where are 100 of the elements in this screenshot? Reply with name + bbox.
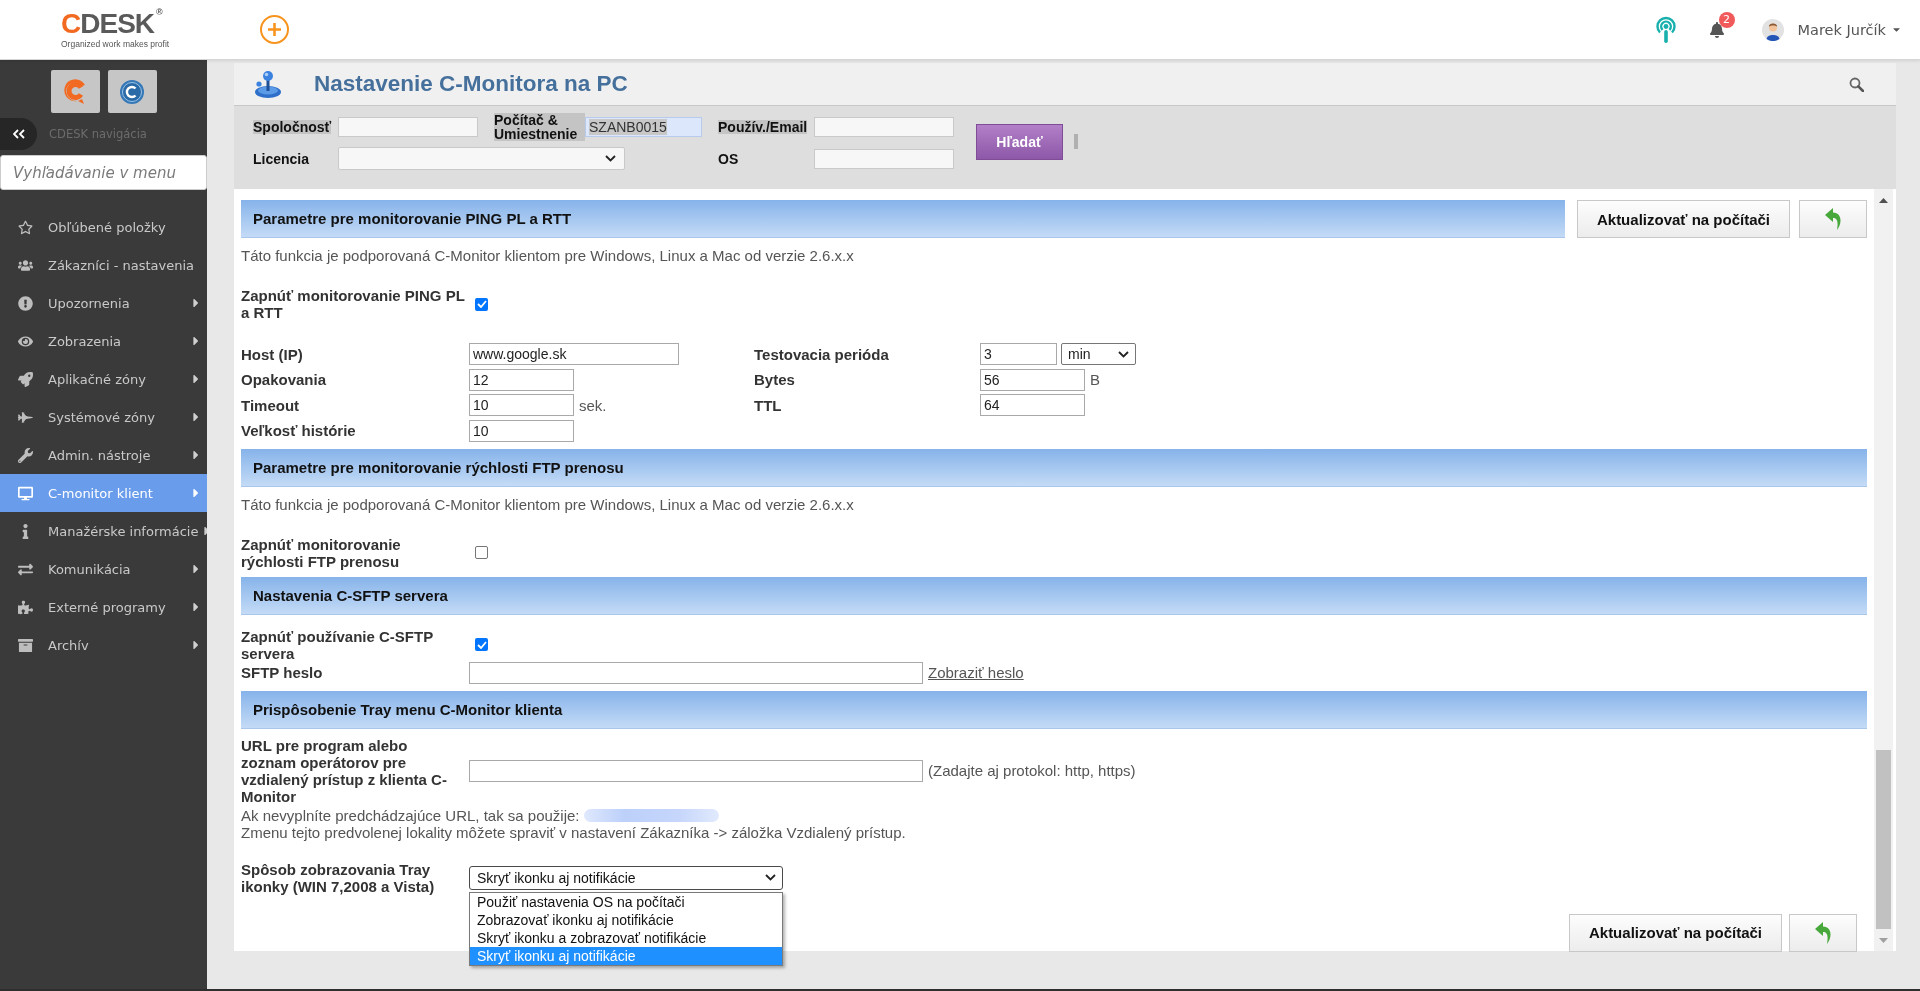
checkbox[interactable]	[475, 297, 488, 311]
nav-item[interactable]: Komunikácia	[0, 550, 207, 588]
chevron-down-icon	[1118, 350, 1129, 358]
unit-label: sek.	[579, 396, 607, 414]
notification-badge: 2	[1718, 11, 1735, 28]
field-label: Zapnúť monitorovanie PING PL a RTT	[241, 287, 465, 321]
search-submit-button[interactable]: Hľadať	[976, 123, 1063, 160]
scroll-up-icon[interactable]	[1879, 197, 1888, 203]
search-icon	[1849, 76, 1864, 92]
c-circle-icon	[120, 79, 144, 104]
dropdown-option[interactable]: Použiť nastavenia OS na počítači	[470, 892, 782, 911]
search-button[interactable]	[1849, 76, 1864, 92]
text-field[interactable]	[469, 661, 923, 684]
number-field[interactable]: 10	[469, 419, 574, 442]
update-button[interactable]: Aktualizovať na počítači	[1577, 200, 1790, 238]
filter-label: Použív./Email	[718, 120, 808, 134]
field-label: Testovacia perióda	[754, 345, 890, 363]
update-button[interactable]: Aktualizovať na počítači	[1569, 913, 1782, 952]
scroll-down-icon[interactable]	[1879, 937, 1888, 943]
filter-field[interactable]	[814, 117, 954, 137]
double-chevron-left-icon	[12, 129, 25, 139]
nav-item[interactable]: Manažérske informácie	[0, 512, 207, 550]
info-text: Táto funkcia je podporovaná C-Monitor klientom pre Windows, Linux a Mac od verzie 2.6.x.x	[241, 247, 855, 265]
scrollbar-track[interactable]	[1874, 189, 1893, 951]
field-label: TTL	[754, 396, 783, 414]
curved-arrow-icon	[1824, 208, 1842, 230]
nav-item[interactable]: Aplikačné zóny	[0, 360, 207, 398]
revert-button[interactable]	[1799, 200, 1867, 238]
filter-label: Licencia	[253, 151, 310, 166]
help-text: Zmenu tejto predvolenej lokality môžete spraviť v nastavení Zákazníka -> záložka Vzdialený prístup.	[241, 823, 906, 841]
page-title: Nastavenie C-Monitora na PC	[314, 71, 628, 97]
section-header: Nastavenia C-SFTP servera	[241, 576, 1867, 615]
checkbox[interactable]	[475, 638, 488, 651]
jet-icon	[17, 409, 33, 425]
scrollbar-thumb[interactable]	[1876, 750, 1891, 929]
archive-icon	[17, 637, 33, 653]
filter-field[interactable]: SZANB0015	[585, 117, 702, 137]
logo-tagline: Organized work makes profit	[61, 39, 170, 49]
number-field[interactable]: 64	[980, 394, 1085, 416]
help-text: Ak nevyplníte predchádzajúce URL, tak sa použije:	[241, 806, 580, 824]
filter-select[interactable]	[338, 147, 625, 170]
select-field[interactable]: Skryť ikonku aj notifikácie	[469, 865, 783, 890]
number-field[interactable]: 10	[469, 394, 574, 416]
field-label: URL pre program alebo zoznam operátorov pre vzdialený prístup z klienta C-Monitor	[241, 736, 448, 805]
show-password-link[interactable]: Zobraziť heslo	[928, 664, 1024, 681]
number-field[interactable]: 12	[469, 368, 574, 391]
menu-search-field[interactable]: Vyhľadávanie v menu	[0, 155, 207, 190]
nav-item[interactable]: Zákazníci - nastavenia	[0, 246, 207, 284]
star-icon	[17, 219, 33, 235]
text-field[interactable]: www.google.sk	[469, 343, 679, 365]
nav-item[interactable]: Admin. nástroje	[0, 436, 207, 474]
nav-item[interactable]: Archív	[0, 626, 207, 664]
blurred-link[interactable]	[583, 808, 719, 822]
exclamation-icon	[17, 295, 33, 311]
section-header: Parametre pre monitorovanie PING PL a RTT	[241, 200, 1565, 238]
field-label: Zapnúť monitorovanie rýchlosti FTP prenosu	[241, 535, 402, 570]
text-field[interactable]	[469, 759, 923, 782]
filter-field[interactable]	[814, 148, 954, 169]
section-header: Parametre pre monitorovanie rýchlosti FTP prenosu	[241, 448, 1867, 487]
app-tile-button[interactable]	[107, 70, 157, 113]
field-label: Zapnúť používanie C-SFTP servera	[241, 627, 434, 662]
nav-item[interactable]: Obľúbené položky	[0, 208, 207, 246]
nav-item[interactable]: Zobrazenia	[0, 322, 207, 360]
app-tile-button[interactable]	[50, 70, 100, 113]
nav-item[interactable]: Externé programy	[0, 588, 207, 626]
collapse-button[interactable]	[0, 118, 37, 150]
logo-text: CDESK$^{®}$	[61, 10, 163, 38]
filter-label: Počítač & Umiestnenie	[494, 113, 585, 141]
rocket-icon	[17, 371, 33, 387]
monitor-icon	[17, 485, 33, 501]
checkbox[interactable]	[475, 546, 488, 559]
avatar-icon[interactable]	[1761, 18, 1784, 41]
field-label: SFTP heslo	[241, 664, 324, 681]
joystick-icon	[253, 69, 283, 99]
filter-field[interactable]	[338, 117, 478, 137]
number-field[interactable]: 56	[980, 368, 1085, 391]
nav-item[interactable]: Upozornenia	[0, 284, 207, 322]
chevron-down-icon	[765, 874, 776, 881]
add-button[interactable]	[260, 15, 289, 44]
info-text: Táto funkcia je podporovaná C-Monitor klientom pre Windows, Linux a Mac od verzie 2.6.x.x	[241, 495, 855, 514]
podcast-icon[interactable]	[1654, 16, 1677, 43]
bell-icon[interactable]	[1708, 21, 1725, 38]
nav-item[interactable]: Systémové zóny	[0, 398, 207, 436]
chevron-down-icon	[605, 155, 616, 162]
user-name[interactable]: Marek Jurčík	[1797, 21, 1886, 38]
wrench-icon	[17, 447, 33, 463]
field-label: Bytes	[754, 371, 796, 388]
filter-label: OS	[718, 151, 739, 166]
field-label: Host (IP)	[241, 345, 304, 363]
hint-text: (Zadajte aj protokol: http, https)	[928, 762, 1136, 779]
unit-select[interactable]: min	[1061, 343, 1136, 365]
field-label: Spôsob zobrazovania Tray ikonky (WIN 7,2008 a Vista)	[241, 860, 436, 895]
curved-arrow-icon	[1814, 921, 1832, 944]
revert-button[interactable]	[1789, 913, 1857, 952]
plus-icon	[268, 23, 281, 36]
unit-label: B	[1090, 371, 1100, 388]
field-label: Veľkosť histórie	[241, 422, 357, 439]
number-field[interactable]: 3	[980, 343, 1057, 365]
puzzle-icon	[17, 599, 33, 615]
section-header: Prispôsobenie Tray menu C-Monitor klienta	[241, 690, 1867, 729]
